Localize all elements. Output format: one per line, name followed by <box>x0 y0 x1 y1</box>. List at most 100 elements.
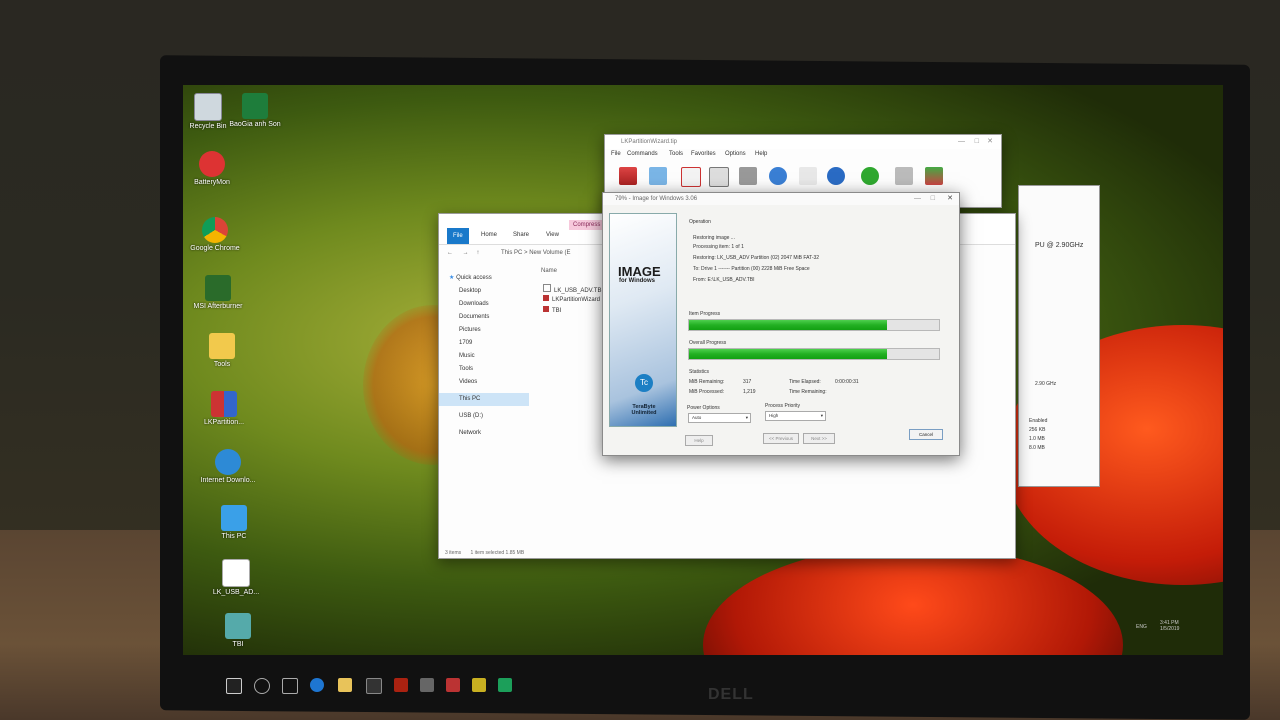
brand-subtitle: for Windows <box>619 278 655 284</box>
desktop-icon-tools[interactable]: Tools <box>187 333 257 368</box>
process-priority-select[interactable]: High ▾ <box>765 411 826 421</box>
back-arrow-icon[interactable]: ← <box>447 250 453 256</box>
ribbon-tab-file[interactable]: File <box>447 228 469 244</box>
menu-options[interactable]: Options <box>725 151 746 157</box>
desktop-icon-idm[interactable]: Internet Downlo... <box>193 449 263 484</box>
excel-icon <box>242 93 268 119</box>
nav-item-documents[interactable]: Documents <box>439 311 529 324</box>
cancel-button[interactable]: Cancel <box>909 429 943 440</box>
app-icon <box>211 391 237 417</box>
nav-item-usb[interactable]: USB (D:) <box>439 410 529 423</box>
desktop-icon-excel[interactable]: BaoGia anh Son <box>220 93 290 128</box>
app-yellow-icon[interactable] <box>472 678 486 692</box>
task-view-icon[interactable] <box>282 678 298 694</box>
desktop-icon-this-pc[interactable]: This PC <box>199 505 269 540</box>
nav-item-1709[interactable]: 1709 <box>439 337 529 350</box>
nav-item-music[interactable]: Music <box>439 350 529 363</box>
power-options-select[interactable]: Auto ▾ <box>688 413 751 423</box>
forward-arrow-icon[interactable]: → <box>463 250 469 256</box>
menu-favorites[interactable]: Favorites <box>691 151 716 157</box>
ribbon-tab-view[interactable]: View <box>546 232 559 238</box>
search-icon[interactable] <box>254 678 270 694</box>
file-row[interactable]: LK_USB_ADV.TBI <box>543 284 603 295</box>
nav-quick-access[interactable]: ★ Quick access <box>439 272 529 285</box>
nav-item-tools[interactable]: Tools <box>439 363 529 376</box>
idm-icon <box>215 449 241 475</box>
desktop-icon-label: Tools <box>213 361 231 368</box>
ribbon-tab-compress[interactable]: Compress <box>569 220 605 230</box>
minimize-icon[interactable]: — <box>958 135 965 149</box>
find-icon[interactable] <box>769 167 787 185</box>
extract-icon[interactable] <box>649 167 667 185</box>
virusscan-icon[interactable] <box>861 167 879 185</box>
close-icon[interactable]: ✕ <box>947 193 953 205</box>
column-header-name[interactable]: Name <box>541 268 557 274</box>
nav-item-desktop[interactable]: Desktop <box>439 285 529 298</box>
cpu-title: PU @ 2.90GHz <box>1035 242 1084 249</box>
next-button[interactable]: Next >> <box>803 433 835 444</box>
minimize-icon[interactable]: — <box>914 193 921 205</box>
nav-item-videos[interactable]: Videos <box>439 376 529 389</box>
language-indicator[interactable]: ENG <box>1136 624 1147 630</box>
start-windows-icon[interactable] <box>226 678 242 694</box>
desktop-icon-label: Google Chrome <box>190 245 240 252</box>
address-bar[interactable]: ← → ↑ This PC > New Volume (E <box>447 250 571 256</box>
maximize-icon[interactable]: □ <box>975 135 979 149</box>
sfx-icon[interactable] <box>925 167 943 185</box>
wizard-icon[interactable] <box>799 167 817 185</box>
statistics-label: Statistics <box>689 369 710 375</box>
test-icon[interactable] <box>681 167 701 187</box>
menu-tools[interactable]: Tools <box>669 151 683 157</box>
edge-icon[interactable] <box>310 678 324 692</box>
desktop-icon-label: MSI Afterburner <box>193 303 243 310</box>
nav-item-network[interactable]: Network <box>439 427 529 440</box>
file-row[interactable]: TBI <box>543 306 603 317</box>
nav-item-this-pc[interactable]: This PC <box>439 393 529 406</box>
cpu-info-window[interactable]: New Volume (E:) PU @ 2.90GHz 2.90 GHz En… <box>959 185 1100 487</box>
ribbon-tab-home[interactable]: Home <box>481 232 497 238</box>
winrar-taskbar-icon[interactable] <box>446 678 460 692</box>
desktop-icon-lk-usb[interactable]: LK_USB_AD... <box>201 559 271 596</box>
menu-file[interactable]: File <box>611 151 621 157</box>
power-options-label: Power Options <box>687 405 720 411</box>
app-red-icon[interactable] <box>394 678 408 692</box>
nav-item-downloads[interactable]: Downloads <box>439 298 529 311</box>
company-name: TeraByte Unlimited <box>631 404 657 416</box>
clock-date[interactable]: 1/5/2019 <box>1160 626 1179 632</box>
desktop-icon-label: Internet Downlo... <box>200 477 256 484</box>
menu-help[interactable]: Help <box>755 151 767 157</box>
mib-remaining-value: 317 <box>743 379 752 385</box>
ribbon-tab-share[interactable]: Share <box>513 232 529 238</box>
file-name: LKPartitionWizard <box>552 297 601 303</box>
nav-item-pictures[interactable]: Pictures <box>439 324 529 337</box>
close-icon[interactable]: ✕ <box>987 135 993 149</box>
cache-l2: 1.0 MB <box>1029 436 1045 442</box>
breadcrumb-volume[interactable]: New Volume (E <box>529 250 570 256</box>
add-icon[interactable] <box>619 167 637 185</box>
comment-icon[interactable] <box>895 167 913 185</box>
app-gray-icon[interactable] <box>420 678 434 692</box>
app-green-icon[interactable] <box>498 678 512 692</box>
desktop-icon-batterymon[interactable]: BatteryMon <box>183 151 247 186</box>
info-icon[interactable] <box>827 167 845 185</box>
delete-icon[interactable] <box>739 167 757 185</box>
previous-button[interactable]: << Previous <box>763 433 799 444</box>
file-row[interactable]: LKPartitionWizard <box>543 295 603 306</box>
desktop-icon-afterburner[interactable]: MSI Afterburner <box>183 275 253 310</box>
desktop-icon-chrome[interactable]: Google Chrome <box>183 217 250 252</box>
menu-commands[interactable]: Commands <box>627 151 658 157</box>
cache-l3: 8.0 MB <box>1029 445 1045 451</box>
store-icon[interactable] <box>366 678 382 694</box>
desktop-icon-lkpartition[interactable]: LKPartition... <box>189 391 259 426</box>
file-explorer-icon[interactable] <box>338 678 352 692</box>
overall-progress-bar <box>688 348 940 360</box>
image-for-windows-dialog[interactable]: 79% - Image for Windows 3.06 — □ ✕ IMAGE… <box>602 192 960 456</box>
help-button[interactable]: Help <box>685 435 713 446</box>
archive-icon <box>543 295 549 301</box>
up-arrow-icon[interactable]: ↑ <box>476 250 479 256</box>
maximize-icon[interactable]: □ <box>931 193 935 205</box>
breadcrumb-this-pc[interactable]: This PC <box>501 250 522 256</box>
view-icon[interactable] <box>709 167 729 187</box>
item-progress-label: Item Progress <box>689 311 721 317</box>
desktop-icon-tbi[interactable]: TBI <box>203 613 273 648</box>
